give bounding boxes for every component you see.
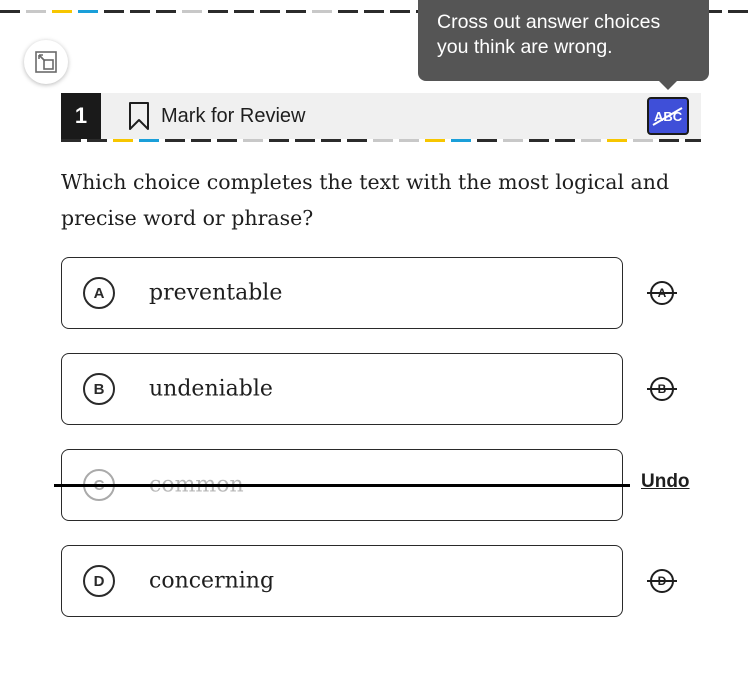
tooltip-line-1: Cross out answer choices xyxy=(437,11,661,33)
mark-for-review-label: Mark for Review xyxy=(161,104,306,127)
choice-text-d: concerning xyxy=(149,568,275,594)
abc-strikethrough-icon: ABC xyxy=(652,107,683,126)
answer-choice-d[interactable]: D concerning xyxy=(61,545,623,617)
question-prompt: Which choice completes the text with the… xyxy=(61,170,670,230)
choice-letter-a: A xyxy=(83,277,115,309)
choice-text-b: undeniable xyxy=(149,376,273,402)
cross-out-tooltip: Cross out answer choices you think are w… xyxy=(418,0,709,81)
header-dashed-divider xyxy=(61,139,701,142)
question-number: 1 xyxy=(61,93,101,139)
mark-for-review-button[interactable]: Mark for Review xyxy=(127,102,305,130)
eliminate-choice-d-button[interactable]: D xyxy=(645,564,679,598)
eliminate-choice-b-button[interactable]: B xyxy=(645,372,679,406)
tooltip-arrow xyxy=(658,80,678,90)
choice-letter-d: D xyxy=(83,565,115,597)
strike-icon xyxy=(647,388,677,390)
answer-choice-b[interactable]: B undeniable xyxy=(61,353,623,425)
expand-panel-button[interactable] xyxy=(24,40,68,84)
undo-cross-out-button[interactable]: Undo xyxy=(641,471,690,493)
choice-text-a: preventable xyxy=(149,280,283,306)
strike-icon xyxy=(647,580,677,582)
question-header-bar: 1 Mark for Review ABC xyxy=(61,93,701,139)
cross-out-tool-button[interactable]: ABC xyxy=(647,97,689,135)
strike-icon xyxy=(647,292,677,294)
bookmark-icon xyxy=(129,102,149,130)
expand-collapse-icon xyxy=(35,51,57,73)
answer-choice-a[interactable]: A preventable xyxy=(61,257,623,329)
crossed-out-line xyxy=(54,484,630,487)
tooltip-line-2: you think are wrong. xyxy=(437,36,613,58)
choice-letter-b: B xyxy=(83,373,115,405)
eliminate-choice-a-button[interactable]: A xyxy=(645,276,679,310)
